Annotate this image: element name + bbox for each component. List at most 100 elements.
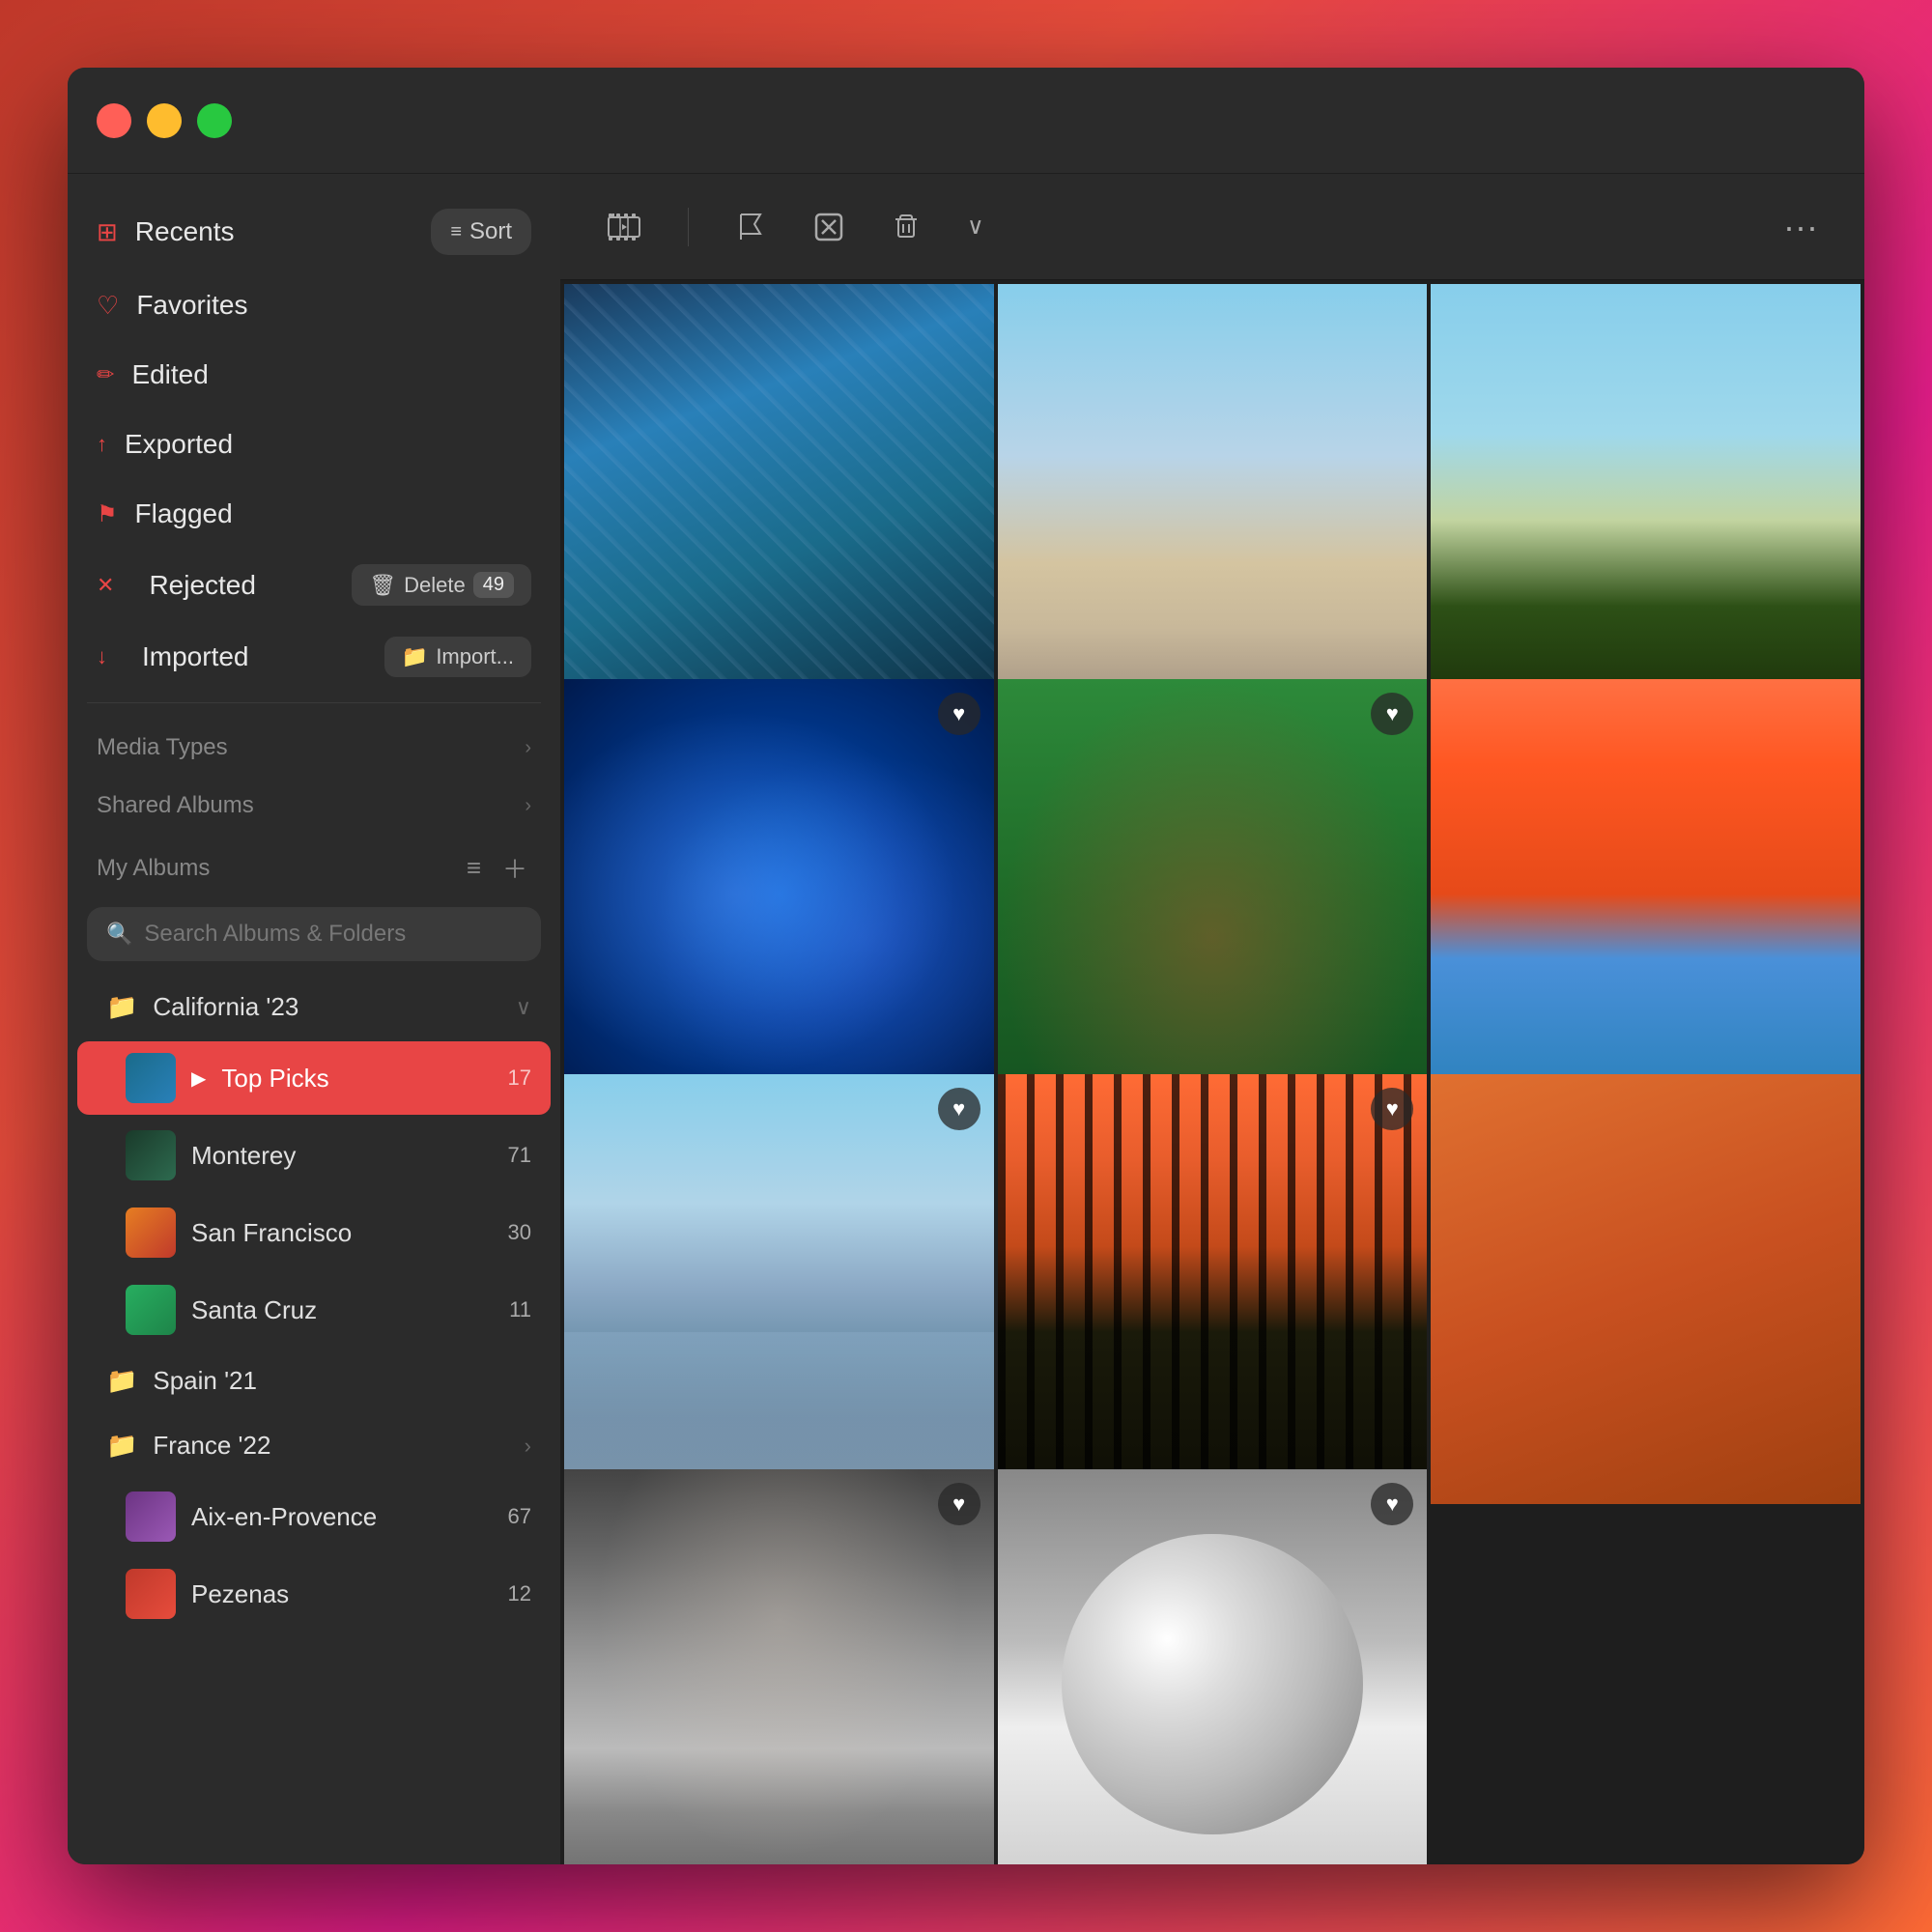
photo-jellyfish-fav[interactable]: ♥ <box>938 693 980 735</box>
photo-forest-sunset-fav[interactable]: ♥ <box>1371 1088 1413 1130</box>
delete-label: Delete <box>404 573 466 598</box>
album-pezenas-count: 12 <box>508 1581 531 1606</box>
folder-california-23[interactable]: 📁 California '23 ∨ <box>77 977 551 1037</box>
album-monterey[interactable]: Monterey 71 <box>77 1119 551 1192</box>
sort-icon: ≡ <box>450 221 462 243</box>
rejected-label: Rejected <box>149 570 334 601</box>
close-button[interactable] <box>97 103 131 138</box>
delete-toolbar-button[interactable] <box>882 203 930 251</box>
sidebar-item-favorites[interactable]: ♡ Favorites <box>77 272 551 338</box>
photo-cell-fish[interactable] <box>564 284 994 714</box>
album-santa-cruz[interactable]: Santa Cruz 11 <box>77 1273 551 1347</box>
album-santa-cruz-count: 11 <box>509 1297 531 1322</box>
photo-grid: ♥ ♥ ♥ ♥ <box>560 280 1864 1864</box>
photo-seals-fav[interactable]: ♥ <box>1371 693 1413 735</box>
photo-cell-shore[interactable]: ♥ <box>564 1074 994 1504</box>
folder-california-label: California '23 <box>153 992 500 1022</box>
minimize-button[interactable] <box>147 103 182 138</box>
album-san-francisco-thumb <box>126 1208 176 1258</box>
chevron-down-button[interactable]: ∨ <box>959 205 992 248</box>
import-label: Import... <box>436 644 514 669</box>
main-layout: ⊞ Recents ≡ Sort ♡ Favorites ✏ Edited ↑ <box>68 174 1864 1864</box>
album-top-picks-label: Top Picks <box>221 1064 492 1094</box>
photo-shore-fav[interactable]: ♥ <box>938 1088 980 1130</box>
filmstrip-icon <box>607 210 641 244</box>
flagged-label: Flagged <box>135 498 233 529</box>
maximize-button[interactable] <box>197 103 232 138</box>
album-monterey-label: Monterey <box>191 1141 493 1171</box>
folder-california-icon: 📁 <box>106 992 137 1022</box>
photo-forest-sunset-bg <box>998 1074 1428 1504</box>
photo-cell-bw-portrait[interactable]: ♥ <box>564 1469 994 1864</box>
folder-spain-icon: 📁 <box>106 1366 137 1396</box>
delete-button[interactable]: 🗑 Delete 49 <box>352 564 531 606</box>
album-pezenas-thumb <box>126 1569 176 1619</box>
photo-ocean-sunset-bg <box>1431 679 1861 1109</box>
album-aix-en-provence[interactable]: Aix-en-Provence 67 <box>77 1480 551 1553</box>
reject-icon <box>812 211 845 243</box>
photo-cell-partial[interactable] <box>1431 1074 1861 1504</box>
search-input[interactable] <box>144 921 522 948</box>
photo-cell-forest-sunset[interactable]: ♥ <box>998 1074 1428 1504</box>
sidebar-item-imported[interactable]: ↓ Imported 📁 Import... <box>77 623 551 691</box>
sidebar-item-rejected[interactable]: ✕ Rejected 🗑 Delete 49 <box>77 551 551 619</box>
folder-france-chevron: › <box>525 1434 531 1459</box>
album-top-picks-thumb <box>126 1053 176 1103</box>
folder-california-chevron: ∨ <box>516 995 531 1020</box>
titlebar <box>68 68 1864 174</box>
exported-label: Exported <box>125 429 233 460</box>
album-aix-label: Aix-en-Provence <box>191 1502 493 1532</box>
photo-jellyfish-bg <box>564 679 994 1109</box>
section-shared-albums[interactable]: Shared Albums › <box>68 771 560 829</box>
folder-icon: 📁 <box>402 644 428 669</box>
more-button[interactable]: ··· <box>1776 199 1826 255</box>
recents-icon: ⊞ <box>97 217 118 247</box>
photo-bw-object-fav[interactable]: ♥ <box>1371 1483 1413 1525</box>
album-top-picks[interactable]: ▶ Top Picks 17 <box>77 1041 551 1115</box>
photo-cell-bw-object[interactable]: ♥ <box>998 1469 1428 1864</box>
my-albums-label: My Albums <box>97 855 210 882</box>
photo-cell-ocean-sunset[interactable] <box>1431 679 1861 1109</box>
folder-france-icon: 📁 <box>106 1431 137 1461</box>
sidebar-item-exported[interactable]: ↑ Exported <box>77 412 551 477</box>
edited-label: Edited <box>131 359 208 390</box>
content-area: ∨ ··· ♥ <box>560 174 1864 1864</box>
photo-cell-tree[interactable] <box>1431 284 1861 714</box>
album-san-francisco[interactable]: San Francisco 30 <box>77 1196 551 1269</box>
imported-icon: ↓ <box>97 644 107 669</box>
edited-icon: ✏ <box>97 362 114 387</box>
photo-cell-beach[interactable] <box>998 284 1428 714</box>
photo-cell-jellyfish[interactable]: ♥ <box>564 679 994 1109</box>
sidebar-item-flagged[interactable]: ⚑ Flagged <box>77 481 551 547</box>
import-button[interactable]: 📁 Import... <box>384 637 531 677</box>
photo-seals-bg <box>998 679 1428 1109</box>
photo-cell-seals[interactable]: ♥ <box>998 679 1428 1109</box>
sort-button[interactable]: ≡ Sort <box>431 209 531 255</box>
exported-icon: ↑ <box>97 432 107 457</box>
rejected-count: 49 <box>473 572 514 598</box>
recents-label: Recents <box>135 216 414 247</box>
filmstrip-button[interactable] <box>599 202 649 252</box>
sidebar-item-recents[interactable]: ⊞ Recents ≡ Sort <box>77 195 551 269</box>
photo-bw-portrait-bg <box>564 1469 994 1864</box>
album-aix-thumb <box>126 1492 176 1542</box>
folder-france-22[interactable]: 📁 France '22 › <box>77 1415 551 1476</box>
albums-add-button[interactable]: ＋ <box>498 846 531 890</box>
album-san-francisco-label: San Francisco <box>191 1218 493 1248</box>
folder-spain-21[interactable]: 📁 Spain '21 <box>77 1350 551 1411</box>
flag-button[interactable] <box>727 203 776 251</box>
album-pezenas[interactable]: Pezenas 12 <box>77 1557 551 1631</box>
toolbar: ∨ ··· <box>560 174 1864 280</box>
photo-bw-portrait-fav[interactable]: ♥ <box>938 1483 980 1525</box>
section-media-types[interactable]: Media Types › <box>68 713 560 771</box>
divider-1 <box>87 702 541 703</box>
photo-tree-bg <box>1431 284 1861 714</box>
sidebar: ⊞ Recents ≡ Sort ♡ Favorites ✏ Edited ↑ <box>68 174 560 1864</box>
flagged-icon: ⚑ <box>97 500 118 528</box>
album-pezenas-label: Pezenas <box>191 1579 493 1609</box>
albums-sort-button[interactable]: ≡ <box>463 846 485 890</box>
reject-button[interactable] <box>805 203 853 251</box>
rejected-icon: ✕ <box>97 573 114 598</box>
album-monterey-thumb <box>126 1130 176 1180</box>
sidebar-item-edited[interactable]: ✏ Edited <box>77 342 551 408</box>
